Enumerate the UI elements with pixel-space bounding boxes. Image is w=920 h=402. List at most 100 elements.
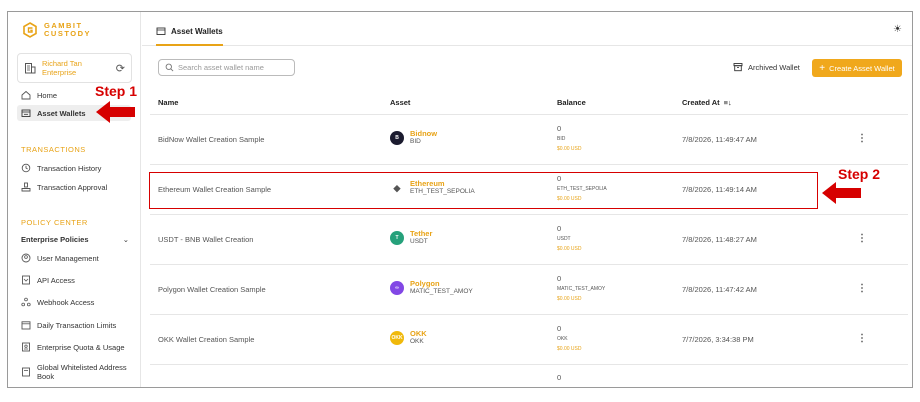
balance-usd: $0.00 USD — [557, 246, 582, 252]
gambit-logo-icon — [23, 22, 37, 38]
sidebar-item-label: API Access — [37, 275, 75, 285]
account-name: Richard Tan — [42, 59, 82, 68]
home-icon — [21, 90, 31, 100]
section-transactions: TRANSACTIONS — [21, 145, 86, 154]
coin-logo-icon: ∞ — [390, 281, 404, 295]
sidebar-item-transaction-approval[interactable]: Transaction Approval — [17, 179, 131, 195]
step1-arrow-icon — [96, 101, 135, 123]
create-asset-wallet-button[interactable]: + Create Asset Wallet — [812, 59, 902, 77]
sidebar-item-label: Transaction Approval — [37, 182, 108, 192]
archived-wallet-label: Archived Wallet — [748, 62, 800, 72]
column-balance: Balance — [557, 98, 586, 107]
more-options-icon[interactable]: ⋮ — [857, 133, 867, 144]
sidebar-item-api-access[interactable]: API Access — [17, 272, 131, 288]
more-options-icon[interactable]: ⋮ — [857, 233, 867, 244]
balance-cell: 0 MATIC_TEST_AMOY $0.00 USD — [557, 274, 605, 304]
created-at: 7/8/2026, 11:47:42 AM — [682, 285, 757, 294]
table-row[interactable]: USDT - BNB Wallet Creation T Tether USDT 0 US… — [150, 215, 908, 265]
user-management-icon — [21, 253, 31, 263]
sidebar-item-transaction-history[interactable]: Transaction History — [17, 160, 131, 176]
sidebar-item-label: User Management — [37, 253, 99, 263]
more-options-icon[interactable]: ⋮ — [857, 283, 867, 294]
table-row[interactable]: OKK Wallet Creation Sample OKK OKK OKK 0 OKK $… — [150, 315, 908, 365]
top-bar: Asset Wallets ☀ — [142, 12, 912, 46]
sidebar-item-label: Asset Wallets — [37, 108, 86, 118]
wallets-table: Name Asset Balance Created At ≡↓ BidNow … — [150, 89, 908, 387]
balance-symbol: BID — [557, 136, 566, 142]
asset-name: OKK — [410, 329, 427, 338]
table-row[interactable]: BidNow Wallet Creation Sample B Bidnow BID 0… — [150, 115, 908, 165]
sidebar-item-label: Transaction History — [37, 163, 102, 173]
balance-amount: 0 — [557, 224, 562, 233]
balance-usd: $0.00 USD — [557, 346, 582, 352]
table-row-partial[interactable]: 0 — [150, 365, 908, 387]
sun-icon[interactable]: ☀ — [893, 24, 902, 35]
coin-logo-icon: OKK — [390, 331, 404, 345]
asset-name: Polygon — [410, 279, 440, 288]
table-row[interactable]: Polygon Wallet Creation Sample ∞ Polygon MA… — [150, 265, 908, 315]
enterprise-policies-label: Enterprise Policies — [21, 235, 89, 244]
coin-logo-icon: B — [390, 131, 404, 145]
chevron-down-icon: ⌄ — [122, 235, 129, 244]
quota-icon — [22, 342, 30, 352]
archived-wallet-button[interactable]: Archived Wallet — [733, 62, 800, 72]
enterprise-policies-toggle[interactable]: Enterprise Policies ⌄ — [21, 235, 129, 244]
sidebar-item-whitelisted-addresses[interactable]: Global Whitelisted Address Book — [17, 362, 131, 382]
balance-usd: $0.00 USD — [557, 296, 582, 302]
asset-cell: ∞ Polygon MATIC_TEST_AMOY — [390, 280, 473, 296]
sidebar-item-label: Enterprise Quota & Usage — [37, 342, 125, 352]
balance-cell: 0 USDT $0.00 USD — [557, 224, 581, 254]
sort-icon[interactable]: ≡↓ — [724, 98, 732, 107]
api-icon — [22, 275, 30, 285]
balance-usd: $0.00 USD — [557, 146, 582, 152]
sidebar-item-user-management[interactable]: User Management — [17, 250, 131, 266]
asset-symbol: OKK — [410, 338, 424, 345]
sidebar-item-daily-limits[interactable]: Daily Transaction Limits — [17, 317, 131, 333]
history-icon — [21, 163, 31, 173]
account-switcher[interactable]: Richard Tan Enterprise ⟳ — [17, 53, 132, 83]
asset-cell: B Bidnow BID — [390, 130, 437, 146]
balance-amount: 0 — [557, 373, 562, 382]
wallet-name[interactable]: OKK Wallet Creation Sample — [158, 335, 254, 344]
tab-asset-wallets[interactable]: Asset Wallets — [156, 22, 223, 46]
address-book-icon — [22, 367, 30, 377]
brand-logo[interactable]: GAMBIT CUSTODY — [22, 22, 91, 38]
wallet-name[interactable]: USDT - BNB Wallet Creation — [158, 235, 253, 244]
search-icon — [165, 63, 174, 72]
balance-symbol: USDT — [557, 236, 571, 242]
asset-symbol: BID — [410, 138, 421, 145]
more-options-icon[interactable]: ⋮ — [857, 333, 867, 344]
section-policy-center: POLICY CENTER — [21, 218, 88, 227]
sidebar-item-label: Home — [37, 90, 58, 100]
refresh-icon[interactable]: ⟳ — [116, 62, 125, 75]
created-at: 7/8/2026, 11:49:47 AM — [682, 135, 757, 144]
column-asset: Asset — [390, 98, 411, 107]
balance-symbol: OKK — [557, 336, 568, 342]
balance-amount: 0 — [557, 124, 562, 133]
step1-label: Step 1 — [95, 83, 138, 99]
asset-cell: OKK OKK OKK — [390, 330, 427, 346]
search-input[interactable] — [178, 63, 288, 72]
sidebar-item-webhook-access[interactable]: Webhook Access — [17, 294, 131, 310]
plus-icon: + — [819, 62, 826, 74]
sidebar-item-label-line1: Global Whitelisted Address — [37, 363, 127, 372]
column-created-at[interactable]: Created At ≡↓ — [682, 98, 732, 107]
sidebar-item-enterprise-quota[interactable]: Enterprise Quota & Usage — [17, 339, 131, 355]
asset-name: Bidnow — [410, 129, 438, 138]
balance-amount: 0 — [557, 324, 562, 333]
wallet-name[interactable]: BidNow Wallet Creation Sample — [158, 135, 264, 144]
created-at: 7/7/2026, 3:34:38 PM — [682, 335, 754, 344]
tab-label: Asset Wallets — [171, 26, 223, 36]
wallet-name[interactable]: Polygon Wallet Creation Sample — [158, 285, 266, 294]
balance-amount: 0 — [557, 274, 562, 283]
archive-icon — [733, 63, 743, 72]
search-field[interactable] — [158, 59, 295, 76]
step2-label: Step 2 — [838, 166, 881, 182]
webhook-icon — [21, 297, 31, 307]
step2-arrow-icon — [822, 182, 861, 204]
sidebar-item-label-line2: Book — [37, 372, 55, 381]
asset-symbol: MATIC_TEST_AMOY — [410, 288, 473, 295]
approval-icon — [21, 182, 31, 192]
coin-logo-icon: T — [390, 231, 404, 245]
account-type: Enterprise — [42, 68, 77, 77]
